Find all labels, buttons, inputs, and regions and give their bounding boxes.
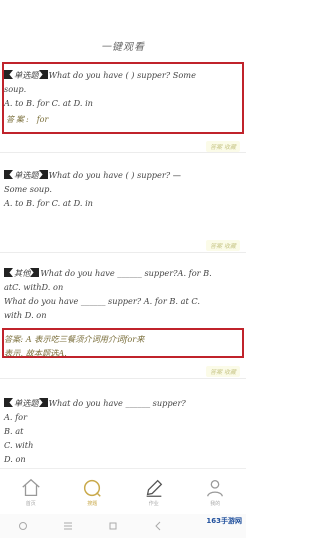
divider	[0, 152, 246, 153]
watermark: 163手游网	[206, 517, 242, 525]
question-text: What do you have ( ) supper? Some	[48, 70, 196, 80]
question-tag: 单选题	[14, 70, 39, 80]
question-options: A. to B. for C. at D. in	[4, 198, 93, 208]
flag-icon	[4, 170, 13, 179]
page-title: 一键观看	[101, 42, 145, 53]
question-text: What do you have ______ supper?	[48, 398, 186, 408]
flag-icon	[30, 268, 40, 277]
tab-homework[interactable]: 作业	[123, 469, 185, 515]
home-icon	[22, 478, 40, 496]
tab-label: 我的	[210, 501, 221, 507]
flag-icon	[38, 398, 48, 407]
search-icon	[84, 479, 102, 497]
home-button-icon[interactable]	[108, 521, 118, 531]
back-icon[interactable]	[153, 521, 163, 531]
question-card-1[interactable]: 单选题 What do you have ( ) supper? Some sou…	[0, 68, 246, 125]
answer-row: 答案: for	[0, 114, 246, 125]
divider	[0, 378, 246, 379]
user-icon	[207, 480, 224, 497]
pen-icon	[146, 479, 162, 497]
tab-home[interactable]: 首页	[0, 469, 62, 515]
question-option: B. at	[4, 426, 24, 436]
question-card-2[interactable]: 单选题 What do you have ( ) supper? — Some s…	[0, 168, 246, 210]
question-text: What do you have ( ) supper? —	[48, 170, 181, 180]
answer-label: 答案:	[6, 115, 31, 124]
question-text: atC. withD. on	[4, 282, 64, 292]
question-option: D. on	[4, 454, 26, 464]
tab-label: 首页	[25, 501, 36, 507]
header: 一键观看	[0, 0, 246, 58]
question-options: A. to B. for C. at D. in	[4, 98, 93, 108]
meta-tag[interactable]: 答案 收藏	[206, 366, 240, 377]
question-tag: 单选题	[14, 170, 39, 180]
question-text: What do you have ______ supper? A. for B…	[4, 296, 200, 306]
flag-icon	[4, 70, 13, 79]
meta-tag[interactable]: 答案 收藏	[206, 141, 240, 152]
tab-label: 作业	[148, 501, 159, 507]
meta-tag[interactable]: 答案 收藏	[206, 240, 240, 251]
flag-icon	[4, 268, 13, 277]
question-text: Some soup.	[4, 184, 52, 194]
tab-label: 搜题	[87, 501, 98, 507]
explanation-text: 答案: A 表示吃三餐须介词用介词for来	[4, 334, 145, 344]
question-card-4[interactable]: 单选题 What do you have ______ supper? A. fo…	[0, 396, 246, 466]
flag-icon	[38, 170, 48, 179]
menu-icon[interactable]	[63, 521, 73, 531]
tab-profile[interactable]: 我的	[185, 469, 247, 515]
flag-icon	[4, 398, 13, 407]
explanation-text: 表示, 故本题选A.	[4, 348, 67, 358]
question-option: A. for	[4, 412, 27, 422]
flag-icon	[38, 70, 48, 79]
tab-search[interactable]: 搜题	[62, 469, 124, 515]
question-tag: 其他	[14, 268, 31, 278]
answer-value: for	[36, 115, 49, 124]
question-text: with D. on	[4, 310, 47, 320]
divider	[0, 252, 246, 253]
question-tag: 单选题	[14, 398, 39, 408]
explanation: 答案: A 表示吃三餐须介词用介词for来 表示, 故本题选A.	[0, 332, 246, 360]
question-option: C. with	[4, 440, 34, 450]
question-text: What do you have ______ supper?A. for B.	[40, 268, 212, 278]
bottom-tab-bar: 首页 搜题 作业 我的	[0, 468, 246, 515]
question-text: soup.	[4, 84, 27, 94]
recent-apps-icon[interactable]	[18, 521, 28, 531]
question-card-3[interactable]: 其他 What do you have ______ supper?A. for …	[0, 266, 246, 322]
